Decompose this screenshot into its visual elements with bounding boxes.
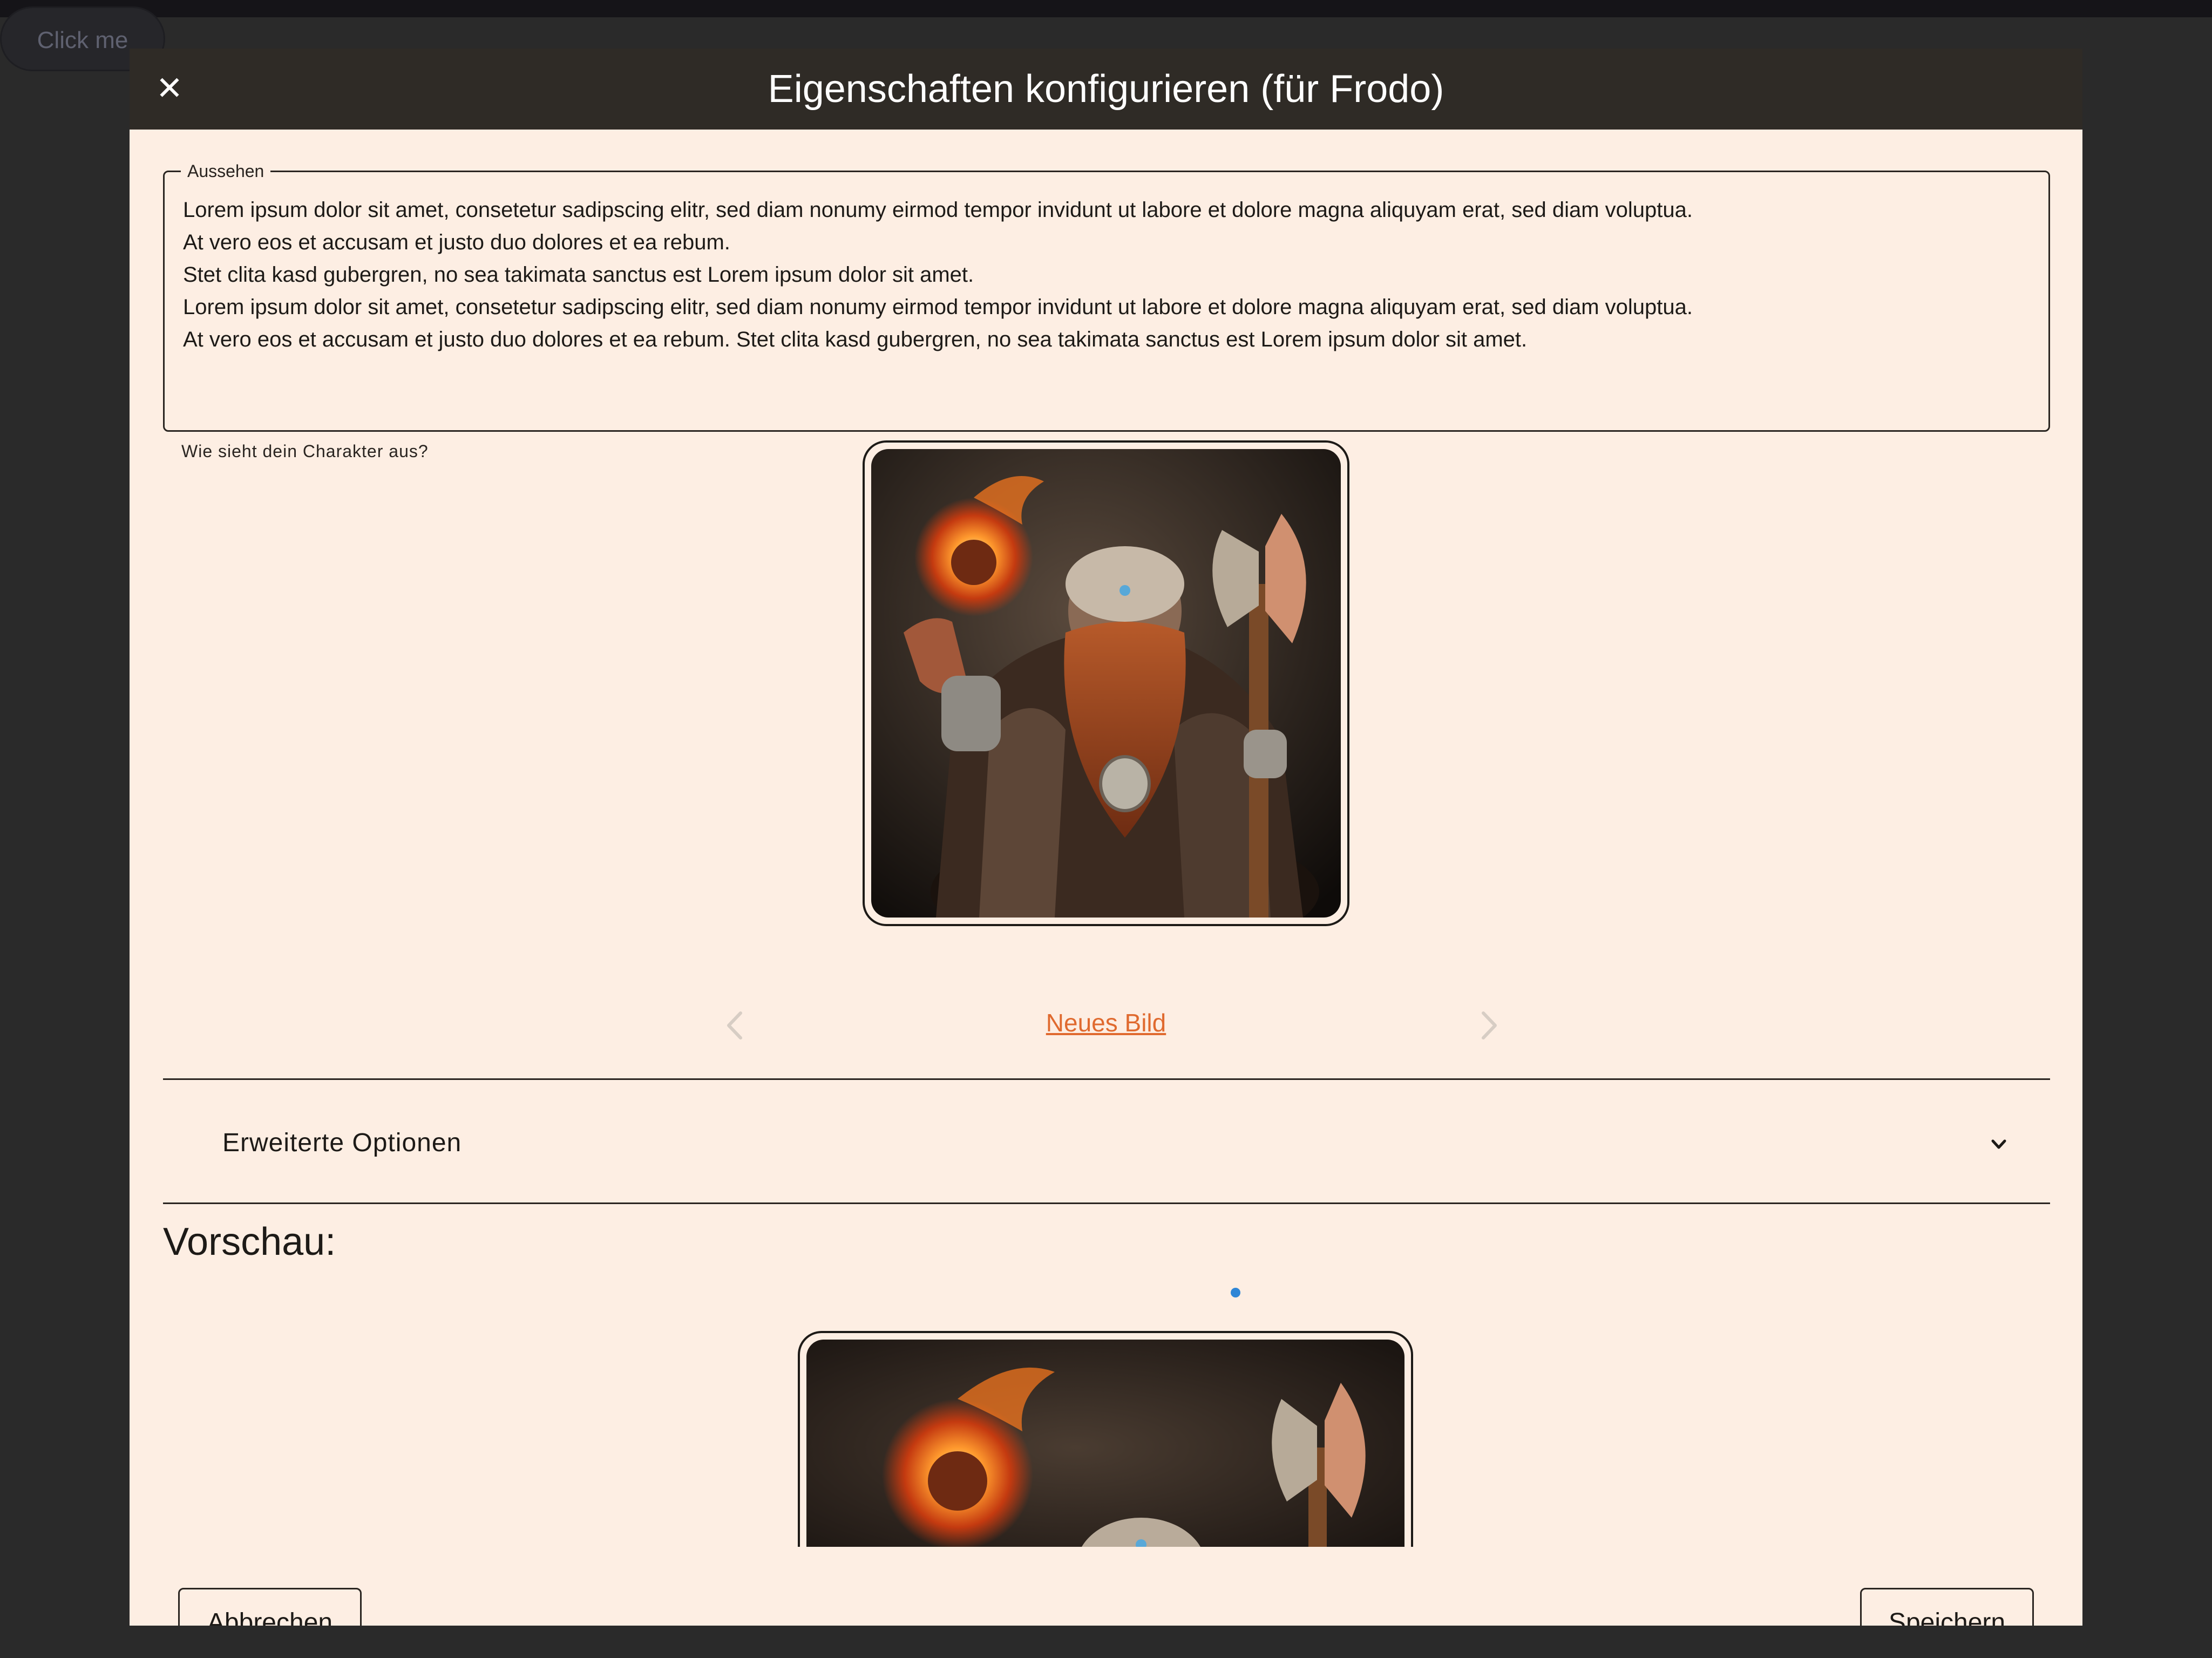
appearance-legend: Aussehen — [181, 160, 271, 182]
advanced-options-label: Erweiterte Optionen — [222, 1129, 462, 1157]
appearance-text-line: Lorem ipsum dolor sit amet, consetetur s… — [183, 198, 1693, 222]
preview-image-frame — [798, 1331, 1413, 1547]
appearance-text-line: At vero eos et accusam et justo duo dolo… — [183, 328, 1528, 351]
appearance-text-line: Lorem ipsum dolor sit amet, consetetur s… — [183, 295, 1693, 319]
character-image-frame — [863, 440, 1349, 926]
dialog-header: ✕ Eigenschaften konfigurieren (für Frodo… — [130, 49, 2082, 130]
appearance-textarea-field[interactable]: Aussehen Lorem ipsum dolor sit amet, con… — [163, 160, 2050, 432]
preview-image — [806, 1340, 1404, 1547]
character-portrait-image — [871, 449, 1341, 918]
appearance-helper-text: Wie sieht dein Charakter aus? — [181, 441, 429, 461]
appearance-text-line: Stet clita kasd gubergren, no sea takima… — [183, 263, 974, 287]
carousel-indicator-dot[interactable] — [1231, 1288, 1240, 1297]
chevron-down-icon — [1985, 1131, 2012, 1158]
configure-properties-dialog: ✕ Eigenschaften konfigurieren (für Frodo… — [130, 49, 2082, 1626]
backdrop-top-bar — [0, 0, 2212, 17]
advanced-options-accordion[interactable]: Erweiterte Optionen — [163, 1079, 2050, 1204]
new-image-link[interactable]: Neues Bild — [1046, 1009, 1166, 1037]
dialog-title: Eigenschaften konfigurieren (für Frodo) — [768, 67, 1444, 111]
appearance-textarea[interactable]: Lorem ipsum dolor sit amet, consetetur s… — [183, 194, 2032, 356]
section-divider — [163, 1202, 2050, 1204]
preview-heading: Vorschau: — [163, 1220, 336, 1263]
save-button[interactable]: Speichern — [1860, 1588, 2034, 1626]
chevron-right-icon[interactable] — [1474, 1004, 1506, 1047]
cancel-button[interactable]: Abbrechen — [178, 1588, 362, 1626]
new-image-link-row: Neues Bild — [130, 1008, 2082, 1037]
appearance-text-line: At vero eos et accusam et justo duo dolo… — [183, 230, 730, 254]
